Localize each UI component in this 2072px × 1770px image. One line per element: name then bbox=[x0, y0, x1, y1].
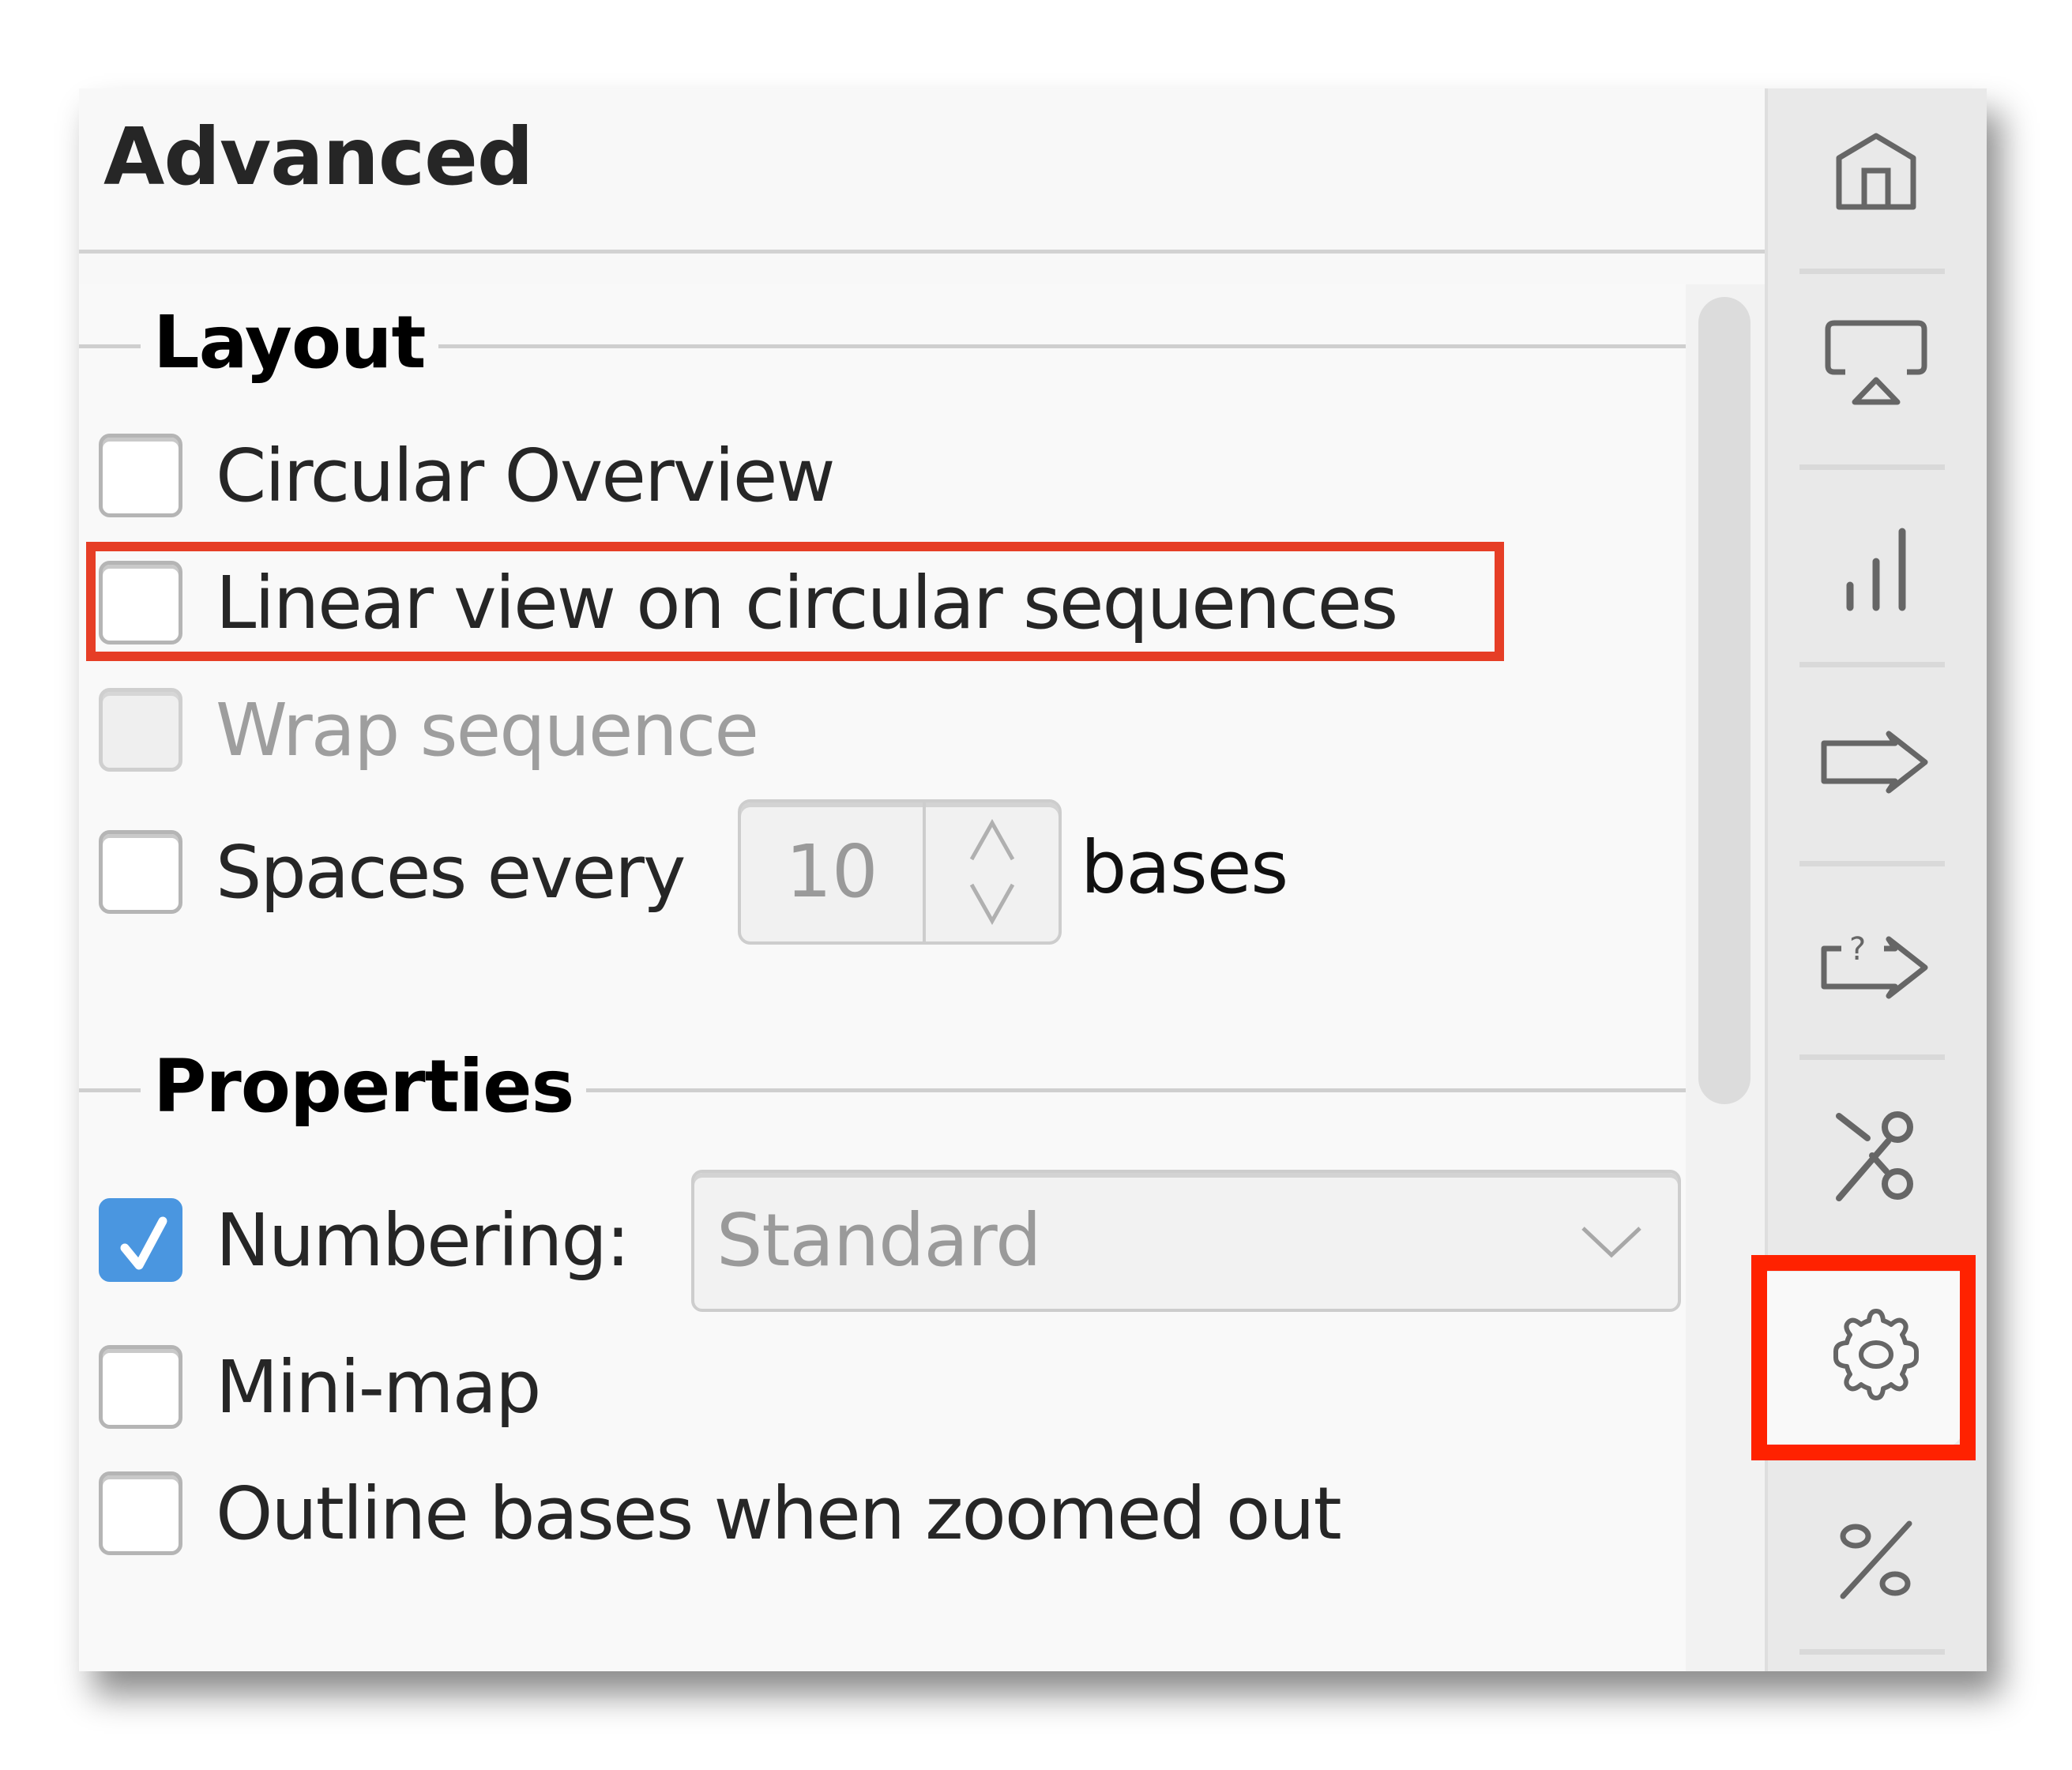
numbering-style-value: Standard bbox=[716, 1198, 1042, 1283]
spaces-unit-label: bases bbox=[1081, 825, 1288, 910]
highlight-box-linear-view bbox=[86, 542, 1504, 661]
rail-divider bbox=[1799, 464, 1945, 470]
highlight-box-settings-tab bbox=[1751, 1255, 1976, 1460]
airplay-display-icon bbox=[1825, 320, 1927, 405]
rail-button-display[interactable] bbox=[1765, 316, 1987, 411]
spaces-every-option[interactable]: Spaces every bbox=[99, 828, 686, 916]
rail-divider bbox=[1799, 662, 1945, 667]
rail-button-statistics[interactable] bbox=[1765, 521, 1987, 616]
rail-button-home[interactable] bbox=[1765, 124, 1987, 219]
rail-button-features[interactable] bbox=[1765, 715, 1987, 810]
spin-up-icon bbox=[969, 818, 1015, 861]
panel-title: Advanced bbox=[103, 111, 534, 203]
percent-icon bbox=[1840, 1520, 1912, 1599]
mini-map-option[interactable]: Mini-map bbox=[99, 1343, 541, 1431]
layout-group-title: Layout bbox=[141, 300, 438, 385]
spinbox-arrows[interactable] bbox=[926, 802, 1059, 941]
mini-map-checkbox[interactable] bbox=[99, 1345, 182, 1429]
svg-text:?: ? bbox=[1849, 931, 1866, 968]
outline-bases-checkbox[interactable] bbox=[99, 1471, 182, 1555]
mini-map-label[interactable]: Mini-map bbox=[216, 1345, 541, 1430]
scrollbar-thumb[interactable] bbox=[1698, 297, 1750, 1104]
checkmark-icon bbox=[120, 1216, 167, 1270]
rail-button-unknown-features[interactable]: ? bbox=[1765, 916, 1987, 1011]
circular-overview-checkbox[interactable] bbox=[99, 434, 182, 517]
rail-button-restriction-enzymes[interactable] bbox=[1765, 1106, 1987, 1208]
rail-divider bbox=[1799, 1649, 1945, 1655]
spaces-every-checkbox[interactable] bbox=[99, 830, 182, 914]
chevron-down-icon bbox=[1581, 1227, 1641, 1258]
rail-divider bbox=[1799, 1054, 1945, 1060]
properties-group-title: Properties bbox=[141, 1044, 587, 1129]
header-divider bbox=[79, 250, 1765, 254]
circular-overview-label[interactable]: Circular Overview bbox=[216, 434, 836, 518]
numbering-label[interactable]: Numbering: bbox=[216, 1198, 630, 1283]
arrow-right-outline-icon bbox=[1821, 731, 1927, 794]
wrap-sequence-option: Wrap sequence bbox=[99, 686, 759, 774]
numbering-checkbox[interactable] bbox=[99, 1198, 182, 1282]
spaces-every-label[interactable]: Spaces every bbox=[216, 830, 686, 915]
outline-bases-option[interactable]: Outline bases when zoomed out bbox=[99, 1469, 1342, 1558]
wrap-sequence-checkbox bbox=[99, 688, 182, 772]
numbering-option[interactable]: Numbering: bbox=[99, 1196, 630, 1284]
rail-divider bbox=[1799, 269, 1945, 274]
rail-button-percent[interactable] bbox=[1765, 1513, 1987, 1607]
rail-divider bbox=[1799, 861, 1945, 866]
spaces-interval-spinbox[interactable]: 10 bbox=[738, 799, 1062, 945]
outline-bases-label[interactable]: Outline bases when zoomed out bbox=[216, 1471, 1342, 1556]
home-icon bbox=[1836, 133, 1916, 210]
scissors-icon bbox=[1835, 1111, 1913, 1201]
unknown-arrow-icon: ? bbox=[1821, 931, 1927, 999]
numbering-style-dropdown[interactable]: Standard bbox=[691, 1170, 1681, 1312]
wrap-sequence-label: Wrap sequence bbox=[216, 687, 759, 772]
spaces-interval-value[interactable]: 10 bbox=[741, 802, 923, 941]
bar-chart-icon bbox=[1846, 528, 1905, 611]
spin-down-icon bbox=[969, 883, 1015, 926]
circular-overview-option[interactable]: Circular Overview bbox=[99, 431, 836, 520]
